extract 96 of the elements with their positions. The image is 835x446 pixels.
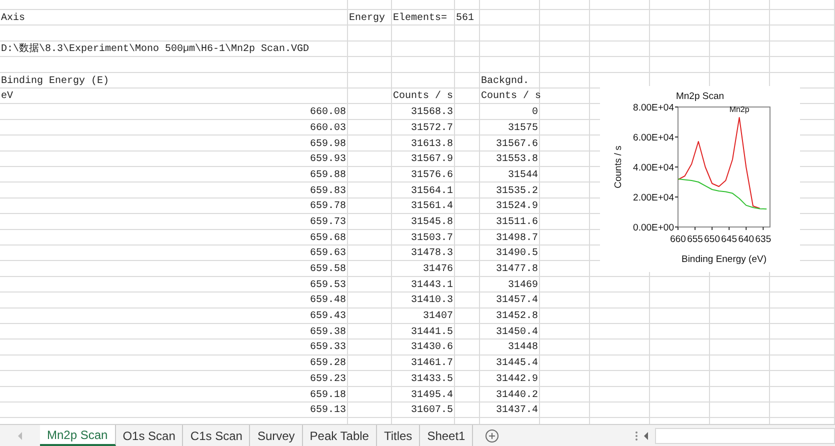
sheet-tab[interactable]: Survey	[250, 425, 303, 446]
sheet-tab[interactable]: Sheet1	[420, 425, 474, 446]
number-cell-text: 31452.8	[494, 310, 539, 324]
sheet-tab[interactable]: Titles	[376, 425, 420, 446]
text-cell-text: 561	[455, 12, 476, 26]
x-tick-label: 635	[755, 234, 772, 245]
number-cell-text: 660.03	[308, 122, 347, 136]
x-axis-title: Binding Energy (eV)	[681, 254, 767, 265]
number-cell-text: 659.48	[308, 294, 347, 308]
text-cell-text: D:\数据\8.3\Experiment\Mono 500µm\H6-1\Mn2p Scan.VGD	[0, 42, 310, 58]
number-cell-text: 31476	[422, 263, 454, 277]
number-cell-text: 31503.7	[410, 232, 454, 246]
number-cell-text: 31457.4	[494, 294, 539, 308]
add-sheet-icon[interactable]	[485, 428, 500, 442]
number-cell-text: 659.88	[308, 168, 347, 183]
number-cell-text: 31441.5	[410, 326, 454, 340]
number-cell-text: 31564.1	[410, 184, 454, 199]
text-cell-text: eV	[0, 90, 14, 104]
number-cell-text: 31535.2	[494, 184, 539, 199]
number-cell-text: 31450.4	[494, 326, 539, 340]
number-cell-text: 31410.3	[410, 294, 454, 308]
number-cell-text: 31568.3	[410, 106, 454, 120]
number-cell-text: 31524.9	[494, 200, 539, 214]
number-cell-text: 31442.9	[494, 372, 539, 387]
x-tick-label: 655	[687, 234, 703, 245]
number-cell-text: 660.08	[308, 106, 347, 120]
text-cell-text: Counts / s	[480, 90, 540, 104]
number-cell-text: 31561.4	[410, 200, 454, 214]
number-cell-text: 659.53	[308, 278, 347, 293]
text-cell-text: Elements=	[392, 12, 448, 26]
sheet-tab[interactable]: C1s Scan	[183, 425, 250, 446]
number-cell-text: 31545.8	[410, 216, 454, 230]
y-tick-label: 2.00E+04	[633, 192, 674, 204]
number-cell-text: 659.18	[308, 388, 347, 402]
number-cell-text: 31448	[506, 341, 539, 356]
number-cell-text: 31567.9	[410, 153, 454, 168]
chart-title: Mn2p Scan	[676, 91, 724, 102]
number-cell-text: 659.78	[308, 200, 347, 214]
sheet-tab[interactable]: Mn2p Scan	[40, 425, 116, 446]
number-cell-text: 31553.8	[494, 153, 539, 168]
number-cell-text: 31544	[506, 168, 539, 183]
text-cell-text: Binding Energy (E)	[0, 74, 110, 89]
number-cell-text: 659.73	[308, 216, 347, 230]
number-cell-text: 659.98	[308, 138, 347, 152]
number-cell-text: 31407	[422, 310, 454, 324]
sheet-tab[interactable]: O1s Scan	[116, 425, 184, 446]
number-cell-text: 31607.5	[410, 404, 454, 418]
x-tick-label: 645	[721, 234, 738, 245]
scroll-left-icon[interactable]	[644, 432, 649, 440]
number-cell-text: 31477.8	[494, 263, 539, 277]
horizontal-scrollbar[interactable]	[655, 428, 835, 444]
number-cell-text: 31495.4	[410, 388, 454, 402]
number-cell-text: 31445.4	[494, 357, 539, 372]
sheet-tab[interactable]: Peak Table	[302, 425, 377, 446]
number-cell-text: 659.83	[308, 184, 347, 199]
more-icon[interactable]	[635, 430, 638, 440]
number-cell-text: 31511.6	[494, 216, 539, 230]
number-cell-text: 659.68	[308, 232, 347, 246]
number-cell-text: 31440.2	[494, 388, 539, 402]
x-tick-label: 660	[670, 234, 686, 245]
number-cell-text: 31576.6	[410, 168, 454, 183]
number-cell-text: 0	[530, 106, 539, 120]
text-cell-text: Counts / s	[392, 90, 454, 104]
y-tick-label: 6.00E+04	[633, 132, 674, 144]
number-cell-text: 31478.3	[410, 247, 454, 262]
peak-label: Mn2p	[729, 105, 750, 114]
y-axis-title: Counts / s	[613, 146, 624, 188]
text-cell-text: Energy	[348, 12, 386, 26]
number-cell-text: 659.23	[308, 372, 347, 387]
number-cell-text: 31461.7	[410, 357, 454, 372]
number-cell-text: 31437.4	[494, 404, 539, 418]
number-cell-text: 659.33	[308, 341, 347, 356]
number-cell-text: 31433.5	[410, 372, 454, 387]
number-cell-text: 31490.5	[494, 247, 539, 262]
number-cell-text: 31575	[506, 122, 539, 136]
number-cell-text: 31613.8	[410, 138, 454, 152]
text-cell-text: Backgnd.	[480, 74, 530, 89]
number-cell-text: 659.58	[308, 263, 347, 277]
number-cell-text: 659.63	[308, 247, 347, 262]
number-cell-text: 659.38	[308, 326, 347, 340]
number-cell-text: 31498.7	[494, 232, 539, 246]
number-cell-text: 31567.6	[494, 138, 539, 152]
y-tick-label: 8.00E+04	[633, 102, 674, 114]
number-cell-text: 31469	[506, 278, 539, 293]
y-tick-label: 4.00E+04	[633, 162, 674, 174]
number-cell-text: 659.13	[308, 404, 347, 418]
text-cell-text: Axis	[0, 12, 26, 26]
number-cell-text: 659.28	[308, 357, 347, 372]
number-cell-text: 659.93	[308, 153, 347, 168]
x-tick-label: 650	[704, 234, 720, 245]
y-tick-label: 0.00E+00	[633, 222, 674, 234]
number-cell-text: 31443.1	[410, 278, 454, 293]
number-cell-text: 659.43	[308, 310, 347, 324]
number-cell-text: 31572.7	[410, 122, 454, 136]
number-cell-text: 31430.6	[410, 341, 454, 356]
x-tick-label: 640	[738, 234, 754, 245]
